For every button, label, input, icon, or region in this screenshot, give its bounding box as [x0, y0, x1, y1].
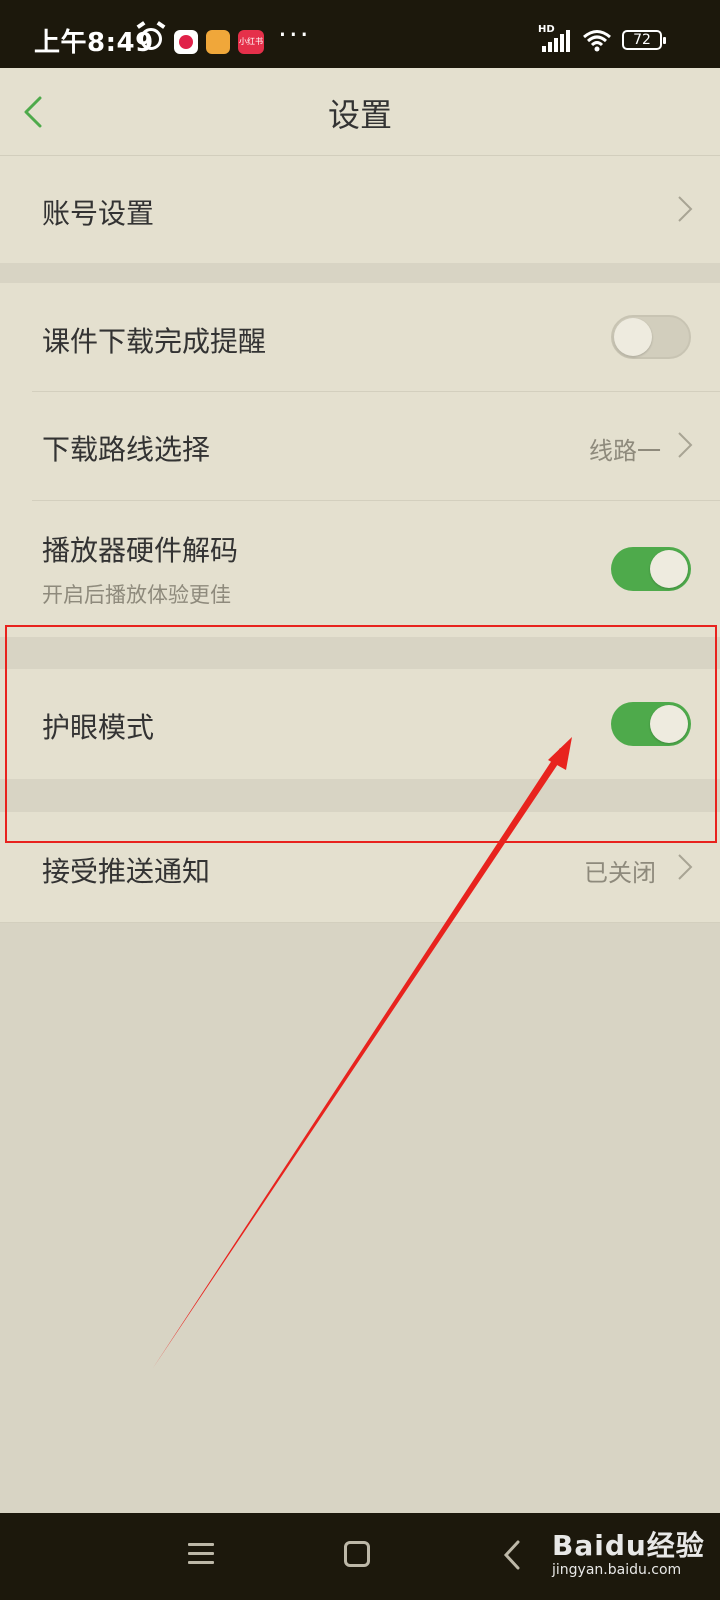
eye-care-group: 护眼模式: [0, 669, 720, 779]
account-settings-row[interactable]: 账号设置: [0, 156, 720, 263]
download-reminder-row: 课件下载完成提醒: [0, 283, 720, 391]
menu-icon[interactable]: [188, 1543, 214, 1565]
notes-app-icon: [206, 30, 230, 54]
download-reminder-toggle[interactable]: [611, 315, 691, 359]
chevron-right-icon: [678, 432, 693, 458]
download-route-value: 线路一: [589, 437, 661, 465]
baidu-jingyan-watermark: Baidu经验 jingyan.baidu.com: [552, 1524, 705, 1578]
more-notifications-icon: ···: [278, 18, 311, 51]
hardware-decode-label: 播放器硬件解码: [42, 534, 239, 567]
home-icon[interactable]: [344, 1541, 370, 1567]
eye-care-toggle[interactable]: [611, 702, 691, 746]
toggle-knob: [650, 705, 688, 743]
hardware-decode-toggle[interactable]: [611, 547, 691, 591]
status-bar: 上午8:49 小红书 ··· HD 72: [0, 0, 720, 68]
eye-care-label: 护眼模式: [42, 711, 155, 744]
download-reminder-label: 课件下载完成提醒: [42, 325, 267, 358]
account-group: 账号设置: [0, 156, 720, 263]
section-gap: [0, 263, 720, 283]
push-notification-value: 已关闭: [584, 859, 656, 887]
toggle-knob: [614, 318, 652, 356]
wifi-icon: [583, 30, 611, 52]
xiaohongshu-app-icon: 小红书: [238, 30, 264, 54]
eye-care-row: 护眼模式: [0, 669, 720, 779]
hardware-decode-row: 播放器硬件解码 开启后播放体验更佳: [0, 501, 720, 637]
alarm-icon: [140, 28, 162, 50]
chevron-right-icon: [678, 196, 693, 222]
page-title: 设置: [327, 96, 392, 134]
watermark-url: jingyan.baidu.com: [552, 1562, 682, 1578]
push-notification-row[interactable]: 接受推送通知 已关闭: [0, 812, 720, 922]
section-gap: [0, 637, 720, 669]
hardware-decode-subtitle: 开启后播放体验更佳: [42, 583, 231, 607]
back-icon[interactable]: [502, 1539, 522, 1571]
video-app-icon: [174, 30, 198, 54]
push-group: 接受推送通知 已关闭: [0, 812, 720, 923]
download-group: 课件下载完成提醒 下载路线选择 线路一 播放器硬件解码 开启后播放体验更佳: [0, 283, 720, 637]
chevron-right-icon: [678, 854, 693, 880]
push-notification-label: 接受推送通知: [42, 855, 211, 888]
status-time: 上午8:49: [34, 28, 154, 58]
section-gap: [0, 779, 720, 812]
toggle-knob: [650, 550, 688, 588]
signal-icon: [540, 30, 572, 52]
watermark-title: Baidu经验: [552, 1529, 705, 1562]
account-settings-label: 账号设置: [42, 197, 155, 230]
download-route-label: 下载路线选择: [42, 433, 211, 466]
title-bar: 设置: [0, 68, 720, 156]
battery-icon: 72: [622, 30, 666, 50]
download-route-row[interactable]: 下载路线选择 线路一: [0, 392, 720, 500]
